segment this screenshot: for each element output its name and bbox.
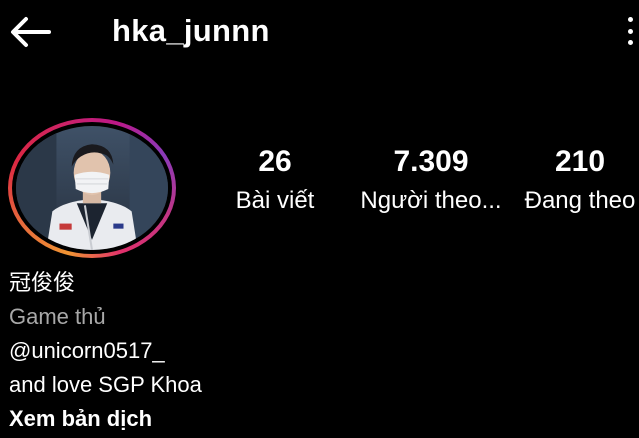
- back-button[interactable]: [6, 12, 54, 52]
- bio-category: Game thủ: [9, 304, 106, 329]
- followers-count: 7.309: [393, 145, 469, 178]
- more-vertical-icon: [627, 17, 633, 22]
- more-options-button[interactable]: [620, 14, 639, 48]
- profile-stats: 26 Bài viết 7.309 Người theo... 210 Đang…: [0, 144, 639, 224]
- following-count: 210: [554, 145, 606, 178]
- following-stat[interactable]: 210 Đang theo: [518, 144, 639, 216]
- bio-text-line: and love SGP Khoa: [9, 372, 202, 397]
- arrow-left-icon: [11, 17, 51, 47]
- posts-count: 26: [258, 145, 292, 178]
- followers-label: Người theo...: [360, 187, 502, 214]
- bio-name: 冠俊俊: [9, 270, 76, 295]
- profile-header: hka_junnn: [0, 0, 639, 66]
- see-translation-link[interactable]: Xem bản dịch: [9, 402, 429, 436]
- posts-label: Bài viết: [235, 187, 315, 214]
- bio-text-line: @unicorn0517_: [9, 338, 165, 363]
- posts-stat[interactable]: 26 Bài viết: [222, 144, 328, 216]
- following-label: Đang theo: [524, 187, 636, 214]
- followers-stat[interactable]: 7.309 Người theo...: [356, 144, 506, 216]
- profile-username: hka_junnn: [112, 13, 270, 48]
- profile-bio: 冠俊俊 Game thủ @unicorn0517_ and love SGP …: [9, 266, 429, 436]
